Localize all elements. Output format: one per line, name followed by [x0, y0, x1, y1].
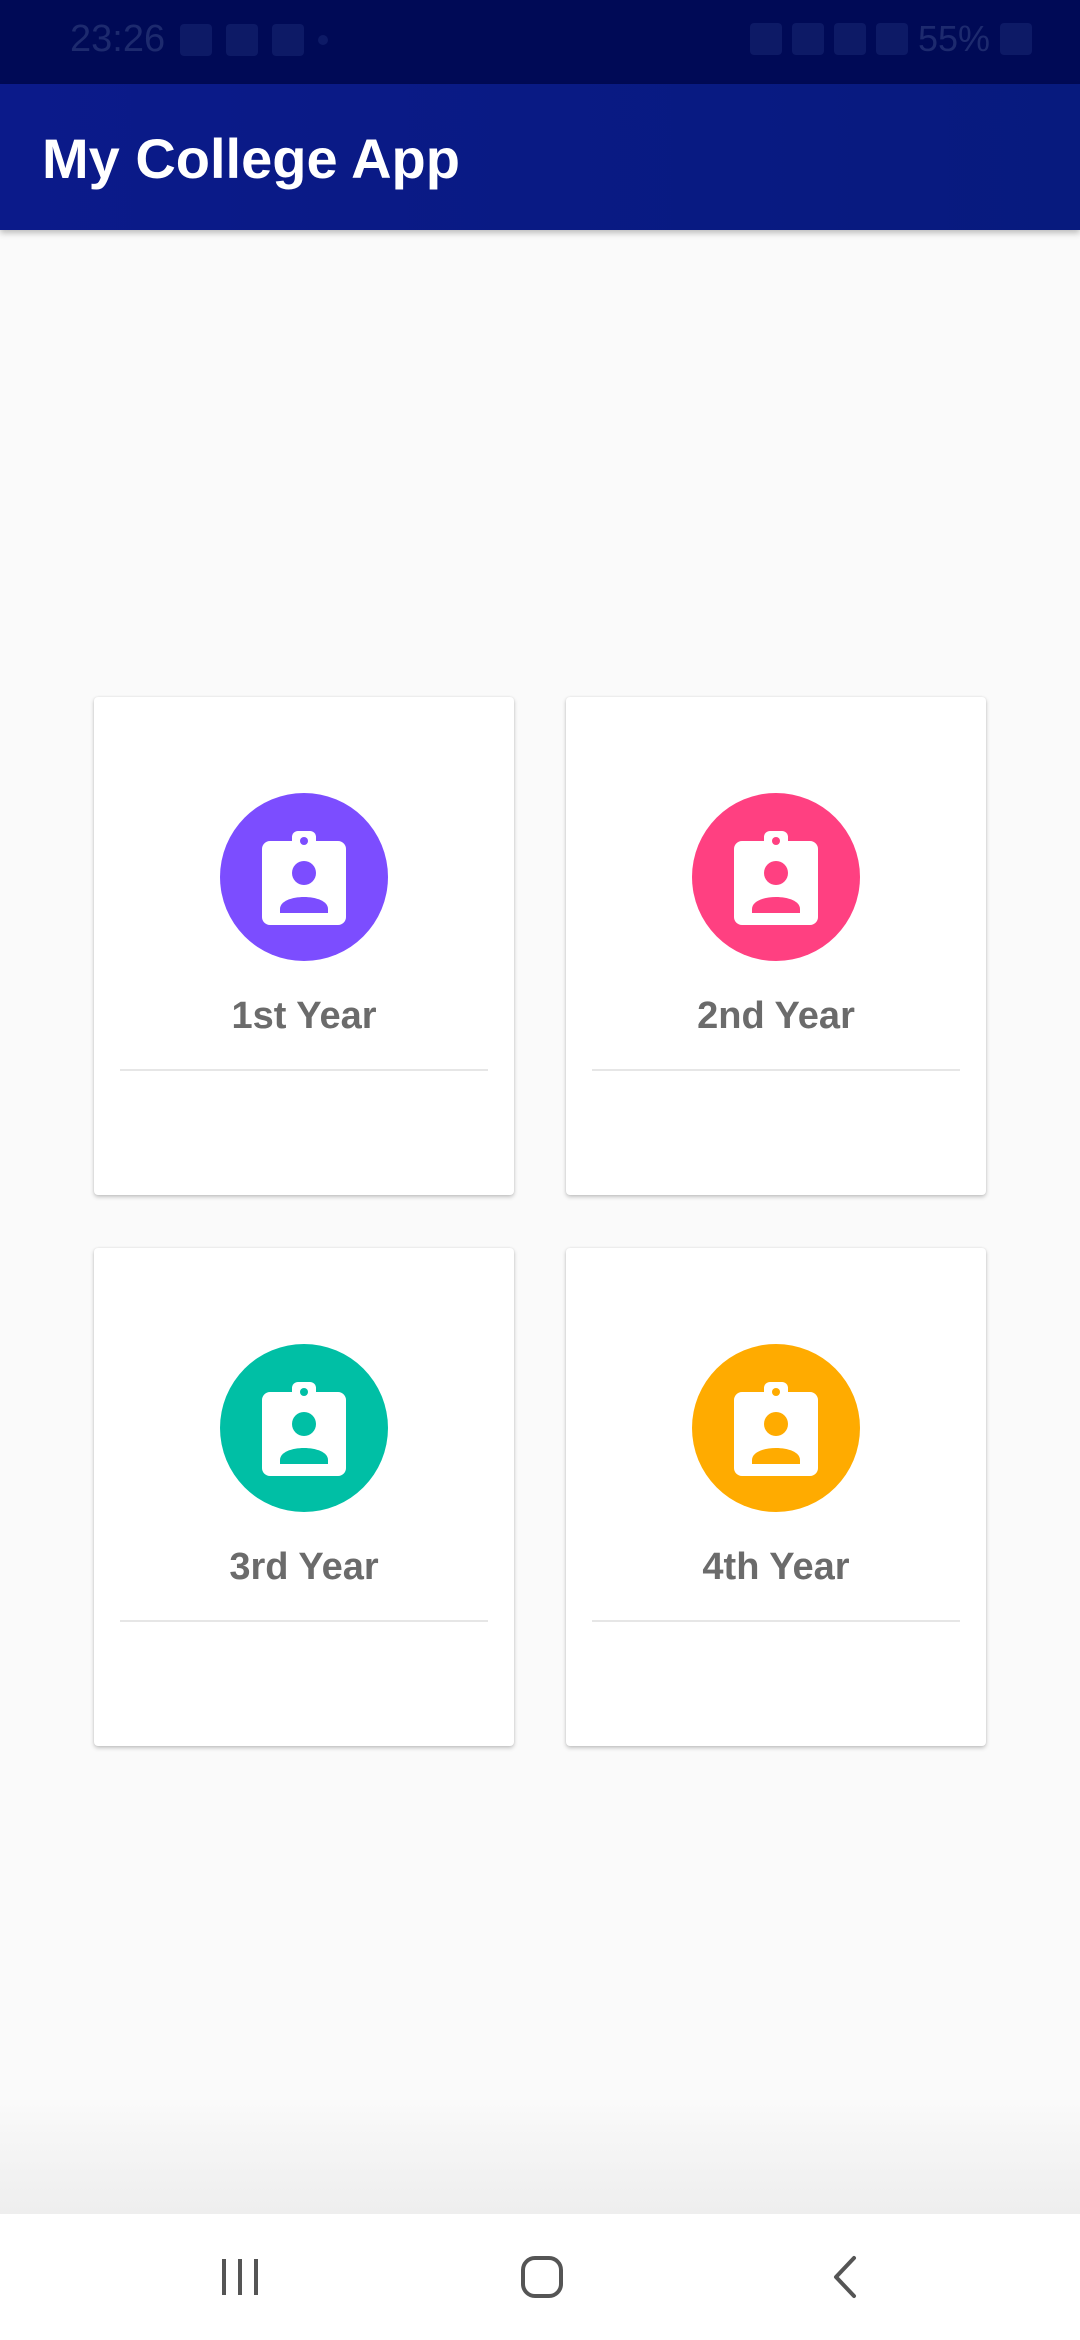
more-notifications-dot-icon: [318, 35, 328, 45]
linkedin-notification-icon: [226, 24, 258, 56]
contact-badge-icon: [692, 1344, 860, 1512]
home-icon: [521, 2256, 563, 2298]
alarm-icon: [749, 23, 782, 55]
wifi-icon: [791, 23, 824, 55]
status-bar: 23:26 55%: [0, 0, 1080, 84]
system-status-icons: 55%: [749, 18, 1032, 60]
card-label: 1st Year: [231, 995, 377, 1037]
back-button[interactable]: [810, 2242, 880, 2312]
card-divider: [592, 1069, 960, 1071]
contact-badge-icon: [692, 793, 860, 961]
signal-2-icon: [875, 23, 908, 55]
page-title: My College App: [42, 127, 460, 190]
image-notification-icon: [180, 24, 212, 56]
card-label: 2nd Year: [697, 995, 855, 1037]
contact-badge-icon: [220, 1344, 388, 1512]
card-divider: [120, 1069, 488, 1071]
card-label: 3rd Year: [229, 1546, 379, 1588]
system-nav-bar: [0, 2214, 1080, 2340]
home-button[interactable]: [507, 2242, 577, 2312]
contact-badge-icon: [220, 793, 388, 961]
year-card-1st[interactable]: 1st Year: [94, 697, 514, 1195]
year-card-3rd[interactable]: 3rd Year: [94, 1248, 514, 1746]
card-divider: [120, 1620, 488, 1622]
bottom-fade: [0, 2100, 1080, 2214]
signal-1-icon: [833, 23, 866, 55]
battery-percent: 55%: [917, 18, 990, 59]
recent-apps-button[interactable]: [205, 2242, 275, 2312]
year-card-4th[interactable]: 4th Year: [566, 1248, 986, 1746]
year-card-2nd[interactable]: 2nd Year: [566, 697, 986, 1195]
card-divider: [592, 1620, 960, 1622]
notification-icons: [180, 24, 328, 56]
card-label: 4th Year: [702, 1546, 850, 1588]
status-time: 23:26: [70, 18, 166, 60]
back-icon: [834, 2256, 856, 2298]
app-bar: My College App: [0, 84, 1080, 230]
battery-icon: [1000, 23, 1032, 55]
recent-apps-icon: [222, 2259, 258, 2295]
shield-notification-icon: [272, 24, 304, 56]
